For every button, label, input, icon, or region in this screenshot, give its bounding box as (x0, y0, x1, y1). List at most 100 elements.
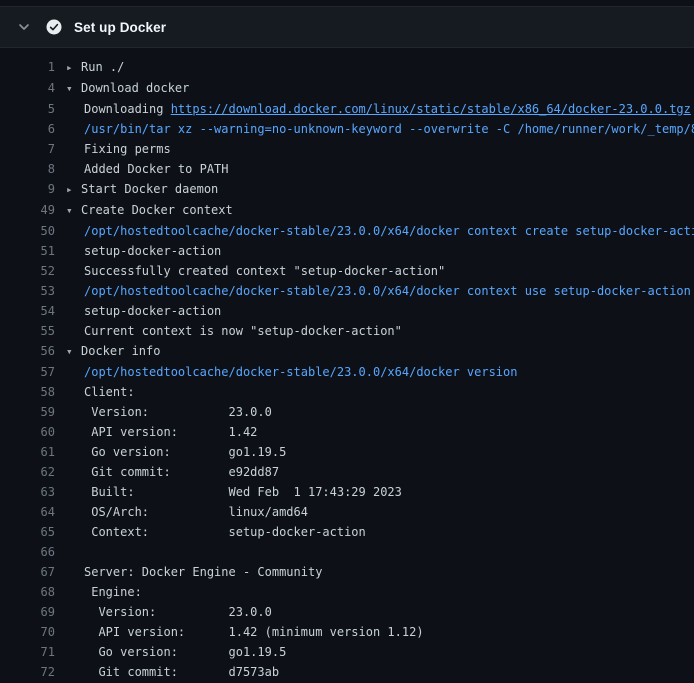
line-number[interactable]: 4 (0, 78, 55, 99)
line-number[interactable]: 1 (0, 57, 55, 78)
line-content: Current context is now "setup-docker-act… (66, 321, 402, 341)
line-number[interactable]: 67 (0, 562, 55, 582)
line-number[interactable]: 69 (0, 602, 55, 622)
line-number[interactable]: 68 (0, 582, 55, 602)
log-area: 1▸Run ./4▾Download docker5Downloading ht… (0, 48, 694, 682)
line-content: Successfully created context "setup-dock… (66, 261, 445, 281)
group-title: Run ./ (81, 60, 124, 74)
line-content: Downloading https://download.docker.com/… (66, 99, 691, 119)
line-number[interactable]: 9 (0, 179, 55, 200)
log-text: Downloading (84, 102, 171, 116)
log-line: 52 Successfully created context "setup-do… (0, 261, 694, 281)
triangle-collapsed-icon[interactable]: ▸ (66, 58, 81, 78)
line-number[interactable]: 66 (0, 542, 55, 562)
log-line: 72 Git commit: d7573ab (0, 662, 694, 682)
log-line: 51 setup-docker-action (0, 241, 694, 261)
log-group-line[interactable]: 9 ▸Start Docker daemon (0, 179, 694, 200)
log-line: 68 Engine: (0, 582, 694, 602)
log-group-line[interactable]: 56 ▾Docker info (0, 341, 694, 362)
triangle-collapsed-icon[interactable]: ▸ (66, 180, 81, 200)
line-content: setup-docker-action (66, 241, 221, 261)
line-content: ▸Start Docker daemon (66, 179, 218, 200)
line-number[interactable]: 65 (0, 522, 55, 542)
line-number[interactable]: 60 (0, 422, 55, 442)
triangle-expanded-icon[interactable]: ▾ (66, 342, 81, 362)
line-content: Version: 23.0.0 (66, 402, 272, 422)
line-content: /usr/bin/tar xz --warning=no-unknown-key… (66, 119, 694, 139)
log-line: 71 Go version: go1.19.5 (0, 642, 694, 662)
line-content: Added Docker to PATH (66, 159, 229, 179)
line-number[interactable]: 70 (0, 622, 55, 642)
line-number[interactable]: 57 (0, 362, 55, 382)
log-link[interactable]: https://download.docker.com/linux/static… (171, 102, 691, 116)
line-content: ▾Download docker (66, 78, 189, 99)
line-content: Git commit: d7573ab (66, 662, 279, 682)
line-number[interactable]: 54 (0, 301, 55, 321)
line-number[interactable]: 61 (0, 442, 55, 462)
line-content: API version: 1.42 (minimum version 1.12) (66, 622, 424, 642)
log-line: 63 Built: Wed Feb 1 17:43:29 2023 (0, 482, 694, 502)
log-line: 6/usr/bin/tar xz --warning=no-unknown-ke… (0, 119, 694, 139)
log-line: 54setup-docker-action (0, 301, 694, 321)
line-content: Fixing perms (66, 139, 171, 159)
line-number[interactable]: 62 (0, 462, 55, 482)
line-number[interactable]: 64 (0, 502, 55, 522)
line-number[interactable]: 55 (0, 321, 55, 341)
log-line: 65 Context: setup-docker-action (0, 522, 694, 542)
line-content: Client: (66, 382, 135, 402)
line-number[interactable]: 50 (0, 221, 55, 241)
line-number[interactable]: 5 (0, 99, 55, 119)
line-content: ▸Run ./ (66, 57, 124, 78)
step-header[interactable]: Set up Docker (0, 6, 694, 48)
line-content: Go version: go1.19.5 (66, 642, 286, 662)
log-line: 69 Version: 23.0.0 (0, 602, 694, 622)
line-number[interactable]: 72 (0, 662, 55, 682)
group-title: Start Docker daemon (81, 182, 218, 196)
log-group-line[interactable]: 49 ▾Create Docker context (0, 200, 694, 221)
line-number[interactable]: 58 (0, 382, 55, 402)
log-line: 50/opt/hostedtoolcache/docker-stable/23.… (0, 221, 694, 241)
line-number[interactable]: 49 (0, 200, 55, 221)
line-content: Engine: (66, 582, 142, 602)
log-line: 64 OS/Arch: linux/amd64 (0, 502, 694, 522)
line-content (66, 542, 84, 562)
actions-log-viewer: Set up Docker 1▸Run ./4▾Download docker5… (0, 6, 694, 682)
step-title: Set up Docker (74, 20, 166, 35)
line-number[interactable]: 71 (0, 642, 55, 662)
log-line: 59 Version: 23.0.0 (0, 402, 694, 422)
line-content: OS/Arch: linux/amd64 (66, 502, 308, 522)
group-title: Create Docker context (81, 203, 233, 217)
line-number[interactable]: 63 (0, 482, 55, 502)
log-line: 62 Git commit: e92dd87 (0, 462, 694, 482)
log-line: 8 Added Docker to PATH (0, 159, 694, 179)
log-line: 53/opt/hostedtoolcache/docker-stable/23.… (0, 281, 694, 301)
line-number[interactable]: 8 (0, 159, 55, 179)
log-line: 67Server: Docker Engine - Community (0, 562, 694, 582)
triangle-expanded-icon[interactable]: ▾ (66, 201, 81, 221)
line-content: Git commit: e92dd87 (66, 462, 279, 482)
check-circle-icon (46, 19, 62, 35)
line-content: /opt/hostedtoolcache/docker-stable/23.0.… (66, 221, 694, 241)
log-line: 57/opt/hostedtoolcache/docker-stable/23.… (0, 362, 694, 382)
log-line: 70 API version: 1.42 (minimum version 1.… (0, 622, 694, 642)
line-number[interactable]: 56 (0, 341, 55, 362)
line-content: Context: setup-docker-action (66, 522, 366, 542)
line-content: ▾Create Docker context (66, 200, 233, 221)
log-line: 60 API version: 1.42 (0, 422, 694, 442)
log-group-line[interactable]: 1 ▸Run ./ (0, 57, 694, 78)
triangle-expanded-icon[interactable]: ▾ (66, 79, 81, 99)
line-content: /opt/hostedtoolcache/docker-stable/23.0.… (66, 281, 691, 301)
line-number[interactable]: 7 (0, 139, 55, 159)
line-number[interactable]: 59 (0, 402, 55, 422)
line-content: ▾Docker info (66, 341, 160, 362)
log-line: 58 Client: (0, 382, 694, 402)
chevron-down-icon[interactable] (16, 19, 32, 35)
line-content: Go version: go1.19.5 (66, 442, 286, 462)
line-number[interactable]: 53 (0, 281, 55, 301)
line-number[interactable]: 52 (0, 261, 55, 281)
line-content: Version: 23.0.0 (66, 602, 272, 622)
line-number[interactable]: 6 (0, 119, 55, 139)
log-line: 66 (0, 542, 694, 562)
line-number[interactable]: 51 (0, 241, 55, 261)
log-group-line[interactable]: 4 ▾Download docker (0, 78, 694, 99)
